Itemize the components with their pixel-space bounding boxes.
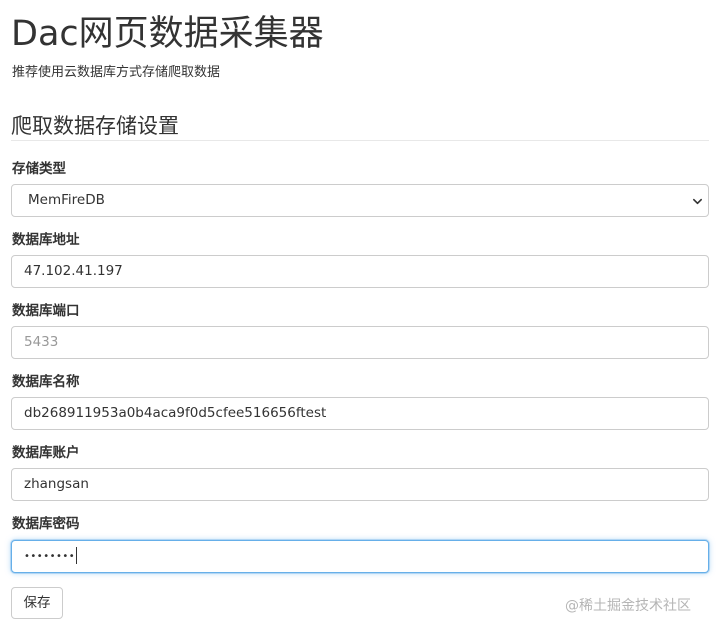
db-name-value: db268911953a0b4aca9f0d5cfee516656ftest (24, 405, 327, 421)
text-cursor (76, 546, 78, 564)
db-name-input[interactable]: db268911953a0b4aca9f0d5cfee516656ftest (11, 397, 709, 430)
app-title: Dac网页数据采集器 (11, 14, 324, 54)
db-password-input[interactable]: •••••••• (11, 540, 709, 573)
db-password-label: 数据库密码 (12, 516, 80, 532)
db-account-label: 数据库账户 (12, 445, 80, 461)
save-button[interactable]: 保存 (11, 587, 63, 619)
db-port-placeholder: 5433 (24, 334, 59, 350)
section-divider (11, 140, 709, 141)
page-subtitle: 推荐使用云数据库方式存储爬取数据 (12, 65, 221, 80)
storage-type-label: 存储类型 (12, 161, 66, 177)
db-port-input[interactable]: 5433 (11, 326, 709, 359)
db-password-field-content: •••••••• (24, 541, 78, 573)
db-account-value: zhangsan (24, 476, 89, 492)
db-port-label: 数据库端口 (12, 303, 80, 319)
db-address-label: 数据库地址 (12, 232, 80, 248)
db-address-input[interactable]: 47.102.41.197 (11, 255, 709, 288)
storage-type-selected-value: MemFireDB (28, 192, 105, 208)
db-account-input[interactable]: zhangsan (11, 468, 709, 501)
watermark: @稀土掘金技术社区 (565, 598, 691, 614)
db-password-masked-value: •••••••• (24, 551, 76, 562)
section-title: 爬取数据存储设置 (11, 114, 179, 138)
storage-type-select[interactable]: MemFireDB (11, 184, 709, 217)
chevron-down-icon (693, 198, 702, 205)
db-address-value: 47.102.41.197 (24, 263, 123, 279)
db-name-label: 数据库名称 (12, 374, 80, 390)
